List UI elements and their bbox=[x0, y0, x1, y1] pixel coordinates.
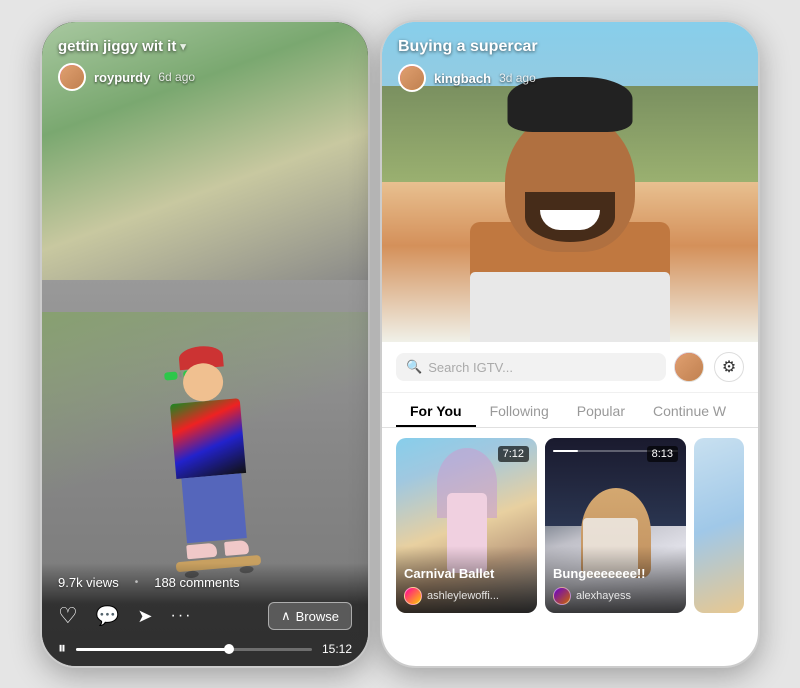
igtv-action-icons: ⚙ bbox=[674, 352, 744, 382]
card-2-duration: 8:13 bbox=[647, 446, 678, 462]
card-1-username: ashleylewoffi... bbox=[427, 590, 499, 602]
actions-row: ♡ 💬 ➤ ··· ∧ Browse bbox=[58, 602, 352, 630]
browse-label: Browse bbox=[296, 609, 339, 624]
card-2-user-row: alexhayess bbox=[553, 587, 678, 605]
share-icon[interactable]: ➤ bbox=[137, 606, 152, 627]
tab-following[interactable]: Following bbox=[476, 393, 563, 427]
left-phone: gettin jiggy wit it ▾ roypurdy 6d ago 9.… bbox=[40, 20, 370, 668]
igtv-username[interactable]: kingbach bbox=[434, 71, 491, 86]
card-1-user-row: ashleylewoffi... bbox=[404, 587, 529, 605]
user-avatar-icon[interactable] bbox=[674, 352, 704, 382]
search-placeholder: Search IGTV... bbox=[428, 360, 513, 375]
tabs-row: For You Following Popular Continue W bbox=[382, 393, 758, 428]
video-card-2[interactable]: 8:13 Bungeeeeeee!! alexhayess bbox=[545, 438, 686, 613]
like-icon[interactable]: ♡ bbox=[58, 603, 78, 629]
avatar[interactable] bbox=[58, 63, 86, 91]
pause-icon[interactable]: ⏸ bbox=[58, 640, 66, 658]
igtv-time-ago: 3d ago bbox=[499, 71, 536, 85]
right-phone: Buying a supercar kingbach 3d ago 🔍 Sear… bbox=[380, 20, 760, 668]
tab-continue[interactable]: Continue W bbox=[639, 393, 740, 427]
card-2-title: Bungeeeeeee!! bbox=[553, 566, 678, 582]
video-card-1[interactable]: 7:12 Carnival Ballet ashleylewoffi... bbox=[396, 438, 537, 613]
search-bar: 🔍 Search IGTV... ⚙ bbox=[382, 342, 758, 393]
user-row: roypurdy 6d ago bbox=[58, 63, 352, 91]
more-icon[interactable]: ··· bbox=[171, 607, 193, 625]
card-1-title: Carnival Ballet bbox=[404, 566, 529, 582]
igtv-avatar[interactable] bbox=[398, 64, 426, 92]
progress-row: ⏸ 15:12 bbox=[58, 640, 352, 658]
action-icons: ♡ 💬 ➤ ··· bbox=[58, 603, 192, 629]
progress-fill bbox=[76, 648, 229, 651]
separator: • bbox=[135, 577, 139, 588]
search-input-wrap[interactable]: 🔍 Search IGTV... bbox=[396, 353, 666, 381]
progress-handle[interactable] bbox=[224, 644, 234, 654]
card-1-bottom: Carnival Ballet ashleylewoffi... bbox=[396, 546, 537, 613]
video-background-left: gettin jiggy wit it ▾ roypurdy 6d ago 9.… bbox=[42, 22, 368, 666]
browse-icon: ∧ bbox=[281, 608, 291, 624]
tab-for-you[interactable]: For You bbox=[396, 393, 476, 427]
igtv-top-info: Buying a supercar kingbach 3d ago bbox=[398, 38, 742, 92]
card-2-avatar bbox=[553, 587, 571, 605]
igtv-user-row: kingbach 3d ago bbox=[398, 64, 742, 92]
settings-icon[interactable]: ⚙ bbox=[714, 352, 744, 382]
comment-icon[interactable]: 💬 bbox=[96, 604, 120, 628]
search-icon: 🔍 bbox=[406, 359, 422, 375]
progress-bar[interactable] bbox=[76, 648, 312, 651]
comments-count: 188 comments bbox=[154, 575, 239, 590]
stats-row: 9.7k views • 188 comments bbox=[58, 575, 352, 590]
left-bottom-overlay: 9.7k views • 188 comments ♡ 💬 ➤ ··· ∧ Br… bbox=[42, 563, 368, 666]
card-2-progress-fill bbox=[553, 450, 578, 452]
card-1-duration: 7:12 bbox=[498, 446, 529, 462]
igtv-title: Buying a supercar bbox=[398, 38, 742, 56]
cards-grid: 7:12 Carnival Ballet ashleylewoffi... bbox=[382, 428, 758, 623]
card-2-bottom: Bungeeeeeee!! alexhayess bbox=[545, 546, 686, 613]
left-top-overlay: gettin jiggy wit it ▾ roypurdy 6d ago bbox=[58, 38, 352, 91]
time-ago: 6d ago bbox=[158, 70, 195, 84]
username[interactable]: roypurdy bbox=[94, 70, 150, 85]
card-2-username: alexhayess bbox=[576, 590, 631, 602]
card-1-avatar bbox=[404, 587, 422, 605]
video-title: gettin jiggy wit it ▾ bbox=[58, 38, 352, 55]
video-title-text: gettin jiggy wit it bbox=[58, 38, 176, 55]
browse-button[interactable]: ∧ Browse bbox=[268, 602, 352, 630]
igtv-top-video: Buying a supercar kingbach 3d ago bbox=[382, 22, 758, 342]
tab-popular[interactable]: Popular bbox=[563, 393, 639, 427]
views-count: 9.7k views bbox=[58, 575, 119, 590]
chevron-down-icon: ▾ bbox=[180, 40, 186, 53]
duration: 15:12 bbox=[322, 642, 352, 656]
video-card-3-partial[interactable] bbox=[694, 438, 744, 613]
